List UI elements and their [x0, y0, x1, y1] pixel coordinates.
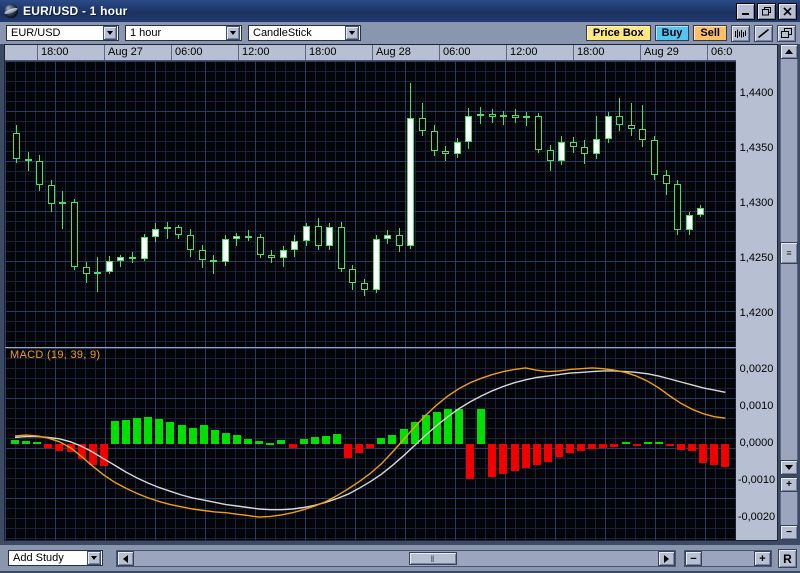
chevron-down-icon[interactable]	[226, 26, 240, 40]
price-axis-label: 1,4350	[739, 142, 774, 154]
macd-lines	[14, 367, 726, 518]
scroll-right-button[interactable]	[658, 551, 675, 566]
chart-frame: 18:00 Aug 27 06:00 12:00 18:00 Aug 28 06:00 12:…	[4, 44, 778, 541]
time-axis: 18:00 Aug 27 06:00 12:00 18:00 Aug 28 06:00 12:…	[5, 45, 736, 61]
macd-axis-label: -0,0010	[737, 473, 776, 486]
macd-axis-label: -0,0020	[737, 510, 776, 523]
charttype-select[interactable]: CandleStick	[248, 25, 361, 41]
minimize-button[interactable]	[736, 2, 755, 20]
symbol-select[interactable]: EUR/USD	[6, 25, 119, 41]
window-title: EUR/USD - 1 hour	[23, 4, 128, 18]
value-axis[interactable]: 1,4400 1,4350 1,4300 1,4250 1,4200 0,0020 0,00…	[736, 45, 777, 540]
time-axis-tick: Aug 28	[373, 45, 440, 60]
time-axis-tick: 18:00	[306, 45, 373, 60]
price-axis-label: 1,4300	[739, 197, 774, 209]
chevron-down-icon[interactable]	[345, 26, 359, 40]
interval-value: 1 hour	[130, 27, 162, 39]
vertical-zoom-in-button[interactable]: +	[780, 477, 798, 492]
time-axis-tick	[5, 45, 38, 60]
globe-icon	[3, 3, 19, 19]
zoom-in-button[interactable]: +	[754, 551, 771, 566]
chevron-down-icon[interactable]	[87, 551, 101, 565]
macd-study-label: MACD (19, 39, 9)	[10, 349, 101, 361]
time-axis-tick: 12:00	[239, 45, 306, 60]
vertical-controls: ≡ + −	[780, 44, 798, 541]
price-axis-label: 1,4250	[739, 252, 774, 264]
add-study-value: Add Study	[13, 552, 64, 564]
restore-window-icon[interactable]	[777, 24, 796, 42]
horizontal-zoom-controls: − +	[684, 550, 772, 567]
close-button[interactable]	[778, 2, 797, 20]
time-axis-tick: 18:00	[574, 45, 641, 60]
vertical-scroll-thumb[interactable]: ≡	[780, 242, 798, 264]
time-axis-tick: 06:00	[440, 45, 507, 60]
price-box-button[interactable]: Price Box	[585, 25, 651, 41]
window-controls	[736, 2, 800, 20]
time-axis-tick: 06:0	[708, 45, 736, 60]
sell-button[interactable]: Sell	[693, 25, 727, 41]
restore-button[interactable]	[757, 2, 776, 20]
reset-chart-button[interactable]: R	[778, 549, 797, 568]
symbol-value: EUR/USD	[11, 27, 61, 39]
chart-toolbar: EUR/USD 1 hour CandleStick Price Box Buy…	[0, 22, 800, 44]
time-axis-tick: Aug 29	[641, 45, 708, 60]
macd-line	[14, 367, 726, 518]
scroll-down-button[interactable]	[780, 460, 798, 475]
scroll-up-button[interactable]	[780, 44, 798, 59]
vertical-zoom-out-button[interactable]: −	[780, 525, 798, 540]
scroll-thumb-grip: ≡	[786, 248, 792, 258]
macd-axis-label: 0,0020	[739, 363, 774, 376]
price-panel[interactable]	[5, 61, 736, 347]
chart-window: EUR/USD - 1 hour EUR/USD 1 hour CandleSt…	[0, 0, 800, 573]
price-axis-label: 1,4400	[739, 87, 774, 99]
macd-panel[interactable]: MACD (19, 39, 9)	[5, 348, 736, 540]
macd-axis-label: 0,0010	[739, 400, 774, 413]
macd-signal-line	[14, 370, 726, 511]
time-axis-tick: 18:00	[38, 45, 105, 60]
chevron-down-icon[interactable]	[103, 26, 117, 40]
charttype-value: CandleStick	[253, 27, 312, 39]
trendline-icon[interactable]	[754, 24, 773, 42]
price-axis-label: 1,4200	[739, 307, 774, 319]
add-study-select[interactable]: Add Study	[8, 550, 103, 566]
time-axis-tick: Aug 27	[105, 45, 172, 60]
macd-axis-label: 0,0000	[739, 437, 774, 449]
bar-chart-icon[interactable]	[731, 24, 750, 42]
zoom-out-button[interactable]: −	[685, 551, 702, 566]
grid-major	[5, 61, 736, 347]
title-bar: EUR/USD - 1 hour	[0, 0, 800, 22]
time-axis-tick: 12:00	[507, 45, 574, 60]
scroll-thumb-grip: ‖	[430, 553, 436, 564]
horizontal-scroll-thumb[interactable]: ‖	[409, 552, 457, 565]
interval-select[interactable]: 1 hour	[125, 25, 242, 41]
buy-button[interactable]: Buy	[654, 25, 690, 41]
vertical-zoom-track[interactable]	[780, 492, 798, 525]
scroll-left-button[interactable]	[117, 551, 134, 566]
horizontal-scrollbar[interactable]: ‖	[116, 550, 676, 567]
time-axis-tick: 06:00	[172, 45, 239, 60]
